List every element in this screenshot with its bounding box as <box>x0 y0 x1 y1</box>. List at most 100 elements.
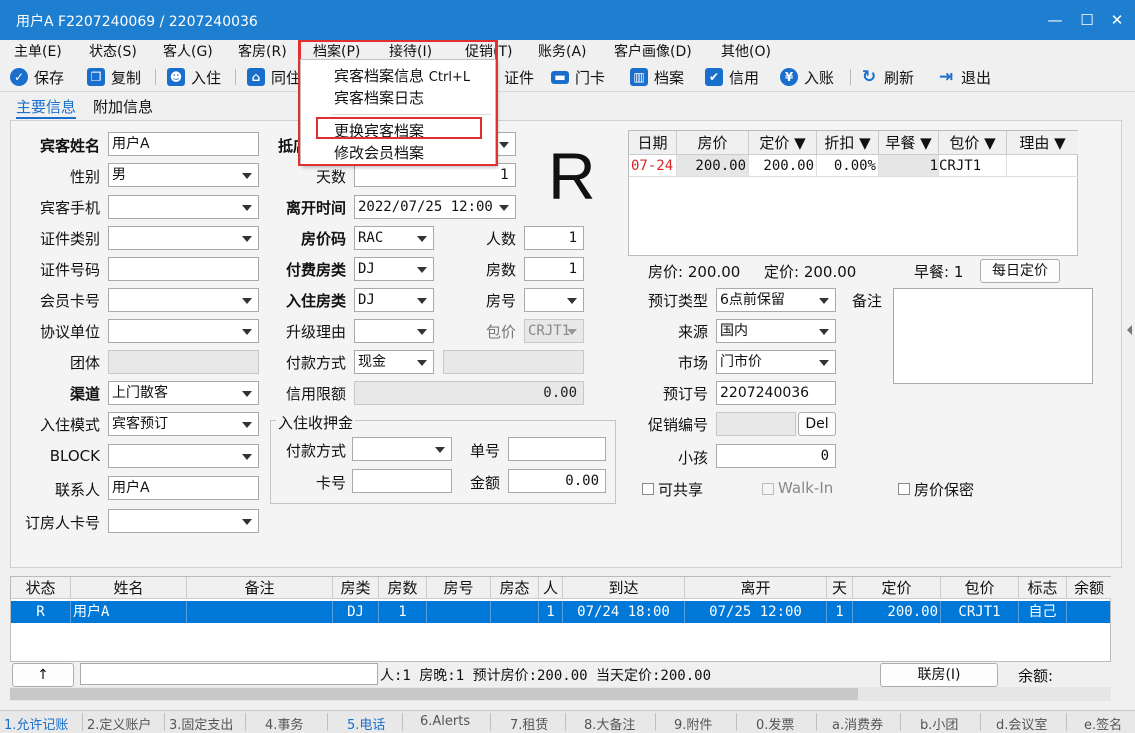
tab-define-account[interactable]: 2.定义账户 <box>87 714 151 733</box>
collapse-handle-icon[interactable] <box>1127 325 1132 335</box>
tab-main-info[interactable]: 主要信息 <box>16 96 77 119</box>
tab-alerts[interactable]: 6.Alerts <box>420 714 470 729</box>
remark-field[interactable] <box>893 288 1093 384</box>
rooms-field[interactable]: 1 <box>524 257 584 281</box>
menu-other[interactable]: 其他(O) <box>721 41 771 61</box>
source-select[interactable]: 国内 <box>716 319 836 343</box>
kids-field[interactable]: 0 <box>716 444 836 468</box>
rate-col-package[interactable]: 包价 ▼ <box>939 131 1007 155</box>
minimize-icon[interactable]: — <box>1042 8 1068 32</box>
rate-col-breakfast[interactable]: 早餐 ▼ <box>879 131 939 155</box>
col-name[interactable]: 姓名 <box>71 577 187 599</box>
rate-col-rate[interactable]: 房价 <box>677 131 749 155</box>
member-card-select[interactable] <box>108 288 259 312</box>
rate-secret-checkbox[interactable] <box>898 483 910 495</box>
tab-big-remark[interactable]: 8.大备注 <box>584 714 635 733</box>
deposit-card-field[interactable] <box>352 469 452 493</box>
copy-button[interactable]: ❐ 复制 <box>87 66 141 88</box>
col-room-no[interactable]: 房号 <box>427 577 491 599</box>
col-status[interactable]: 状态 <box>11 577 71 599</box>
tab-phone[interactable]: 5.电话 <box>347 714 385 733</box>
channel-select[interactable]: 上门散客 <box>108 381 259 405</box>
tab-lease[interactable]: 7.租赁 <box>510 714 548 733</box>
upgrade-reason-select[interactable] <box>354 319 434 343</box>
gender-select[interactable]: 男 <box>108 163 259 187</box>
tab-small-group[interactable]: b.小团 <box>920 714 958 733</box>
menu-status[interactable]: 状态(S) <box>89 41 137 61</box>
tab-allow-posting[interactable]: 1.允许记账 <box>4 714 68 733</box>
col-flag[interactable]: 标志 <box>1019 577 1067 599</box>
rate-cell-fixed[interactable]: 200.00 <box>749 155 817 177</box>
phone-select[interactable] <box>108 195 259 219</box>
save-button[interactable]: ✓ 保存 <box>10 66 64 88</box>
checkin-button[interactable]: ☻ 入住 <box>167 66 221 88</box>
footer-search-field[interactable] <box>80 663 378 685</box>
block-select[interactable] <box>108 444 259 468</box>
tab-signature[interactable]: e.签名 <box>1084 714 1122 733</box>
tab-fixed-expense[interactable]: 3.固定支出 <box>169 714 233 733</box>
menu-accounts[interactable]: 账务(A) <box>538 41 587 61</box>
rate-cell-reason[interactable] <box>1007 155 1078 177</box>
booker-card-select[interactable] <box>108 509 259 533</box>
deposit-pay-select[interactable] <box>352 437 452 461</box>
move-up-button[interactable]: ↑ <box>12 663 74 687</box>
arrival-select[interactable] <box>496 132 516 156</box>
room-number-select[interactable] <box>524 288 584 312</box>
col-departure[interactable]: 离开 <box>685 577 827 599</box>
col-room-type[interactable]: 房类 <box>333 577 379 599</box>
col-days[interactable]: 天 <box>827 577 853 599</box>
horizontal-scrollbar[interactable] <box>10 687 1111 701</box>
col-balance[interactable]: 余额 <box>1067 577 1111 599</box>
scrollbar-thumb[interactable] <box>10 688 858 700</box>
deposit-amount-field[interactable]: 0.00 <box>508 469 606 493</box>
link-room-button[interactable]: 联房(I) <box>880 663 998 687</box>
col-remark[interactable]: 备注 <box>187 577 333 599</box>
post-button[interactable]: ¥ 入账 <box>780 66 834 88</box>
booking-type-select[interactable]: 6点前保留 <box>716 288 836 312</box>
rate-col-fixed[interactable]: 定价 ▼ <box>749 131 817 155</box>
col-room-count[interactable]: 房数 <box>379 577 427 599</box>
persons-field[interactable]: 1 <box>524 226 584 250</box>
menu-main[interactable]: 主单(E) <box>14 41 62 61</box>
tab-meeting-room[interactable]: d.会议室 <box>996 714 1047 733</box>
daily-rate-button[interactable]: 每日定价 <box>980 259 1060 283</box>
menu-room[interactable]: 客房(R) <box>238 41 287 61</box>
contact-field[interactable]: 用户A <box>108 476 259 500</box>
tab-invoice[interactable]: 0.发票 <box>756 714 794 733</box>
company-select[interactable] <box>108 319 259 343</box>
rate-col-discount[interactable]: 折扣 ▼ <box>817 131 879 155</box>
id-type-select[interactable] <box>108 226 259 250</box>
col-room-status[interactable]: 房态 <box>491 577 539 599</box>
id-card-button[interactable]: 证件 <box>504 66 534 88</box>
booking-no-field[interactable]: 2207240036 <box>716 381 836 405</box>
tab-attachments[interactable]: 9.附件 <box>674 714 712 733</box>
rate-col-date[interactable]: 日期 <box>629 131 677 155</box>
tab-affairs[interactable]: 4.事务 <box>265 714 303 733</box>
col-fixed-rate[interactable]: 定价 <box>853 577 941 599</box>
door-card-button[interactable]: ▬ 门卡 <box>551 66 605 88</box>
menu-guest[interactable]: 客人(G) <box>163 41 213 61</box>
col-package[interactable]: 包价 <box>941 577 1019 599</box>
delete-promo-button[interactable]: Del <box>798 412 836 436</box>
id-number-field[interactable] <box>108 257 259 281</box>
tab-extra-info[interactable]: 附加信息 <box>93 96 153 117</box>
room-type-select[interactable]: DJ <box>354 288 434 312</box>
pay-room-type-select[interactable]: DJ <box>354 257 434 281</box>
deposit-no-field[interactable] <box>508 437 606 461</box>
credit-button[interactable]: ✔ 信用 <box>705 66 759 88</box>
rate-code-select[interactable]: RAC <box>354 226 434 250</box>
market-select[interactable]: 门市价 <box>716 350 836 374</box>
col-arrival[interactable]: 到达 <box>563 577 685 599</box>
profile-button[interactable]: ▥ 档案 <box>630 66 684 88</box>
share-checkbox[interactable] <box>642 483 654 495</box>
rate-col-reason[interactable]: 理由 ▼ <box>1007 131 1078 155</box>
days-field[interactable]: 1 <box>354 163 516 187</box>
maximize-icon[interactable]: ☐ <box>1074 8 1100 32</box>
close-icon[interactable]: ✕ <box>1104 8 1130 32</box>
exit-button[interactable]: ⇥ 退出 <box>937 66 991 88</box>
tab-vouchers[interactable]: a.消费券 <box>832 714 883 733</box>
menu-customer-portrait[interactable]: 客户画像(D) <box>614 41 692 61</box>
rate-cell-discount[interactable]: 0.00% <box>817 155 879 177</box>
col-persons[interactable]: 人 <box>539 577 563 599</box>
share-room-button[interactable]: ⌂ 同住 <box>247 66 301 88</box>
